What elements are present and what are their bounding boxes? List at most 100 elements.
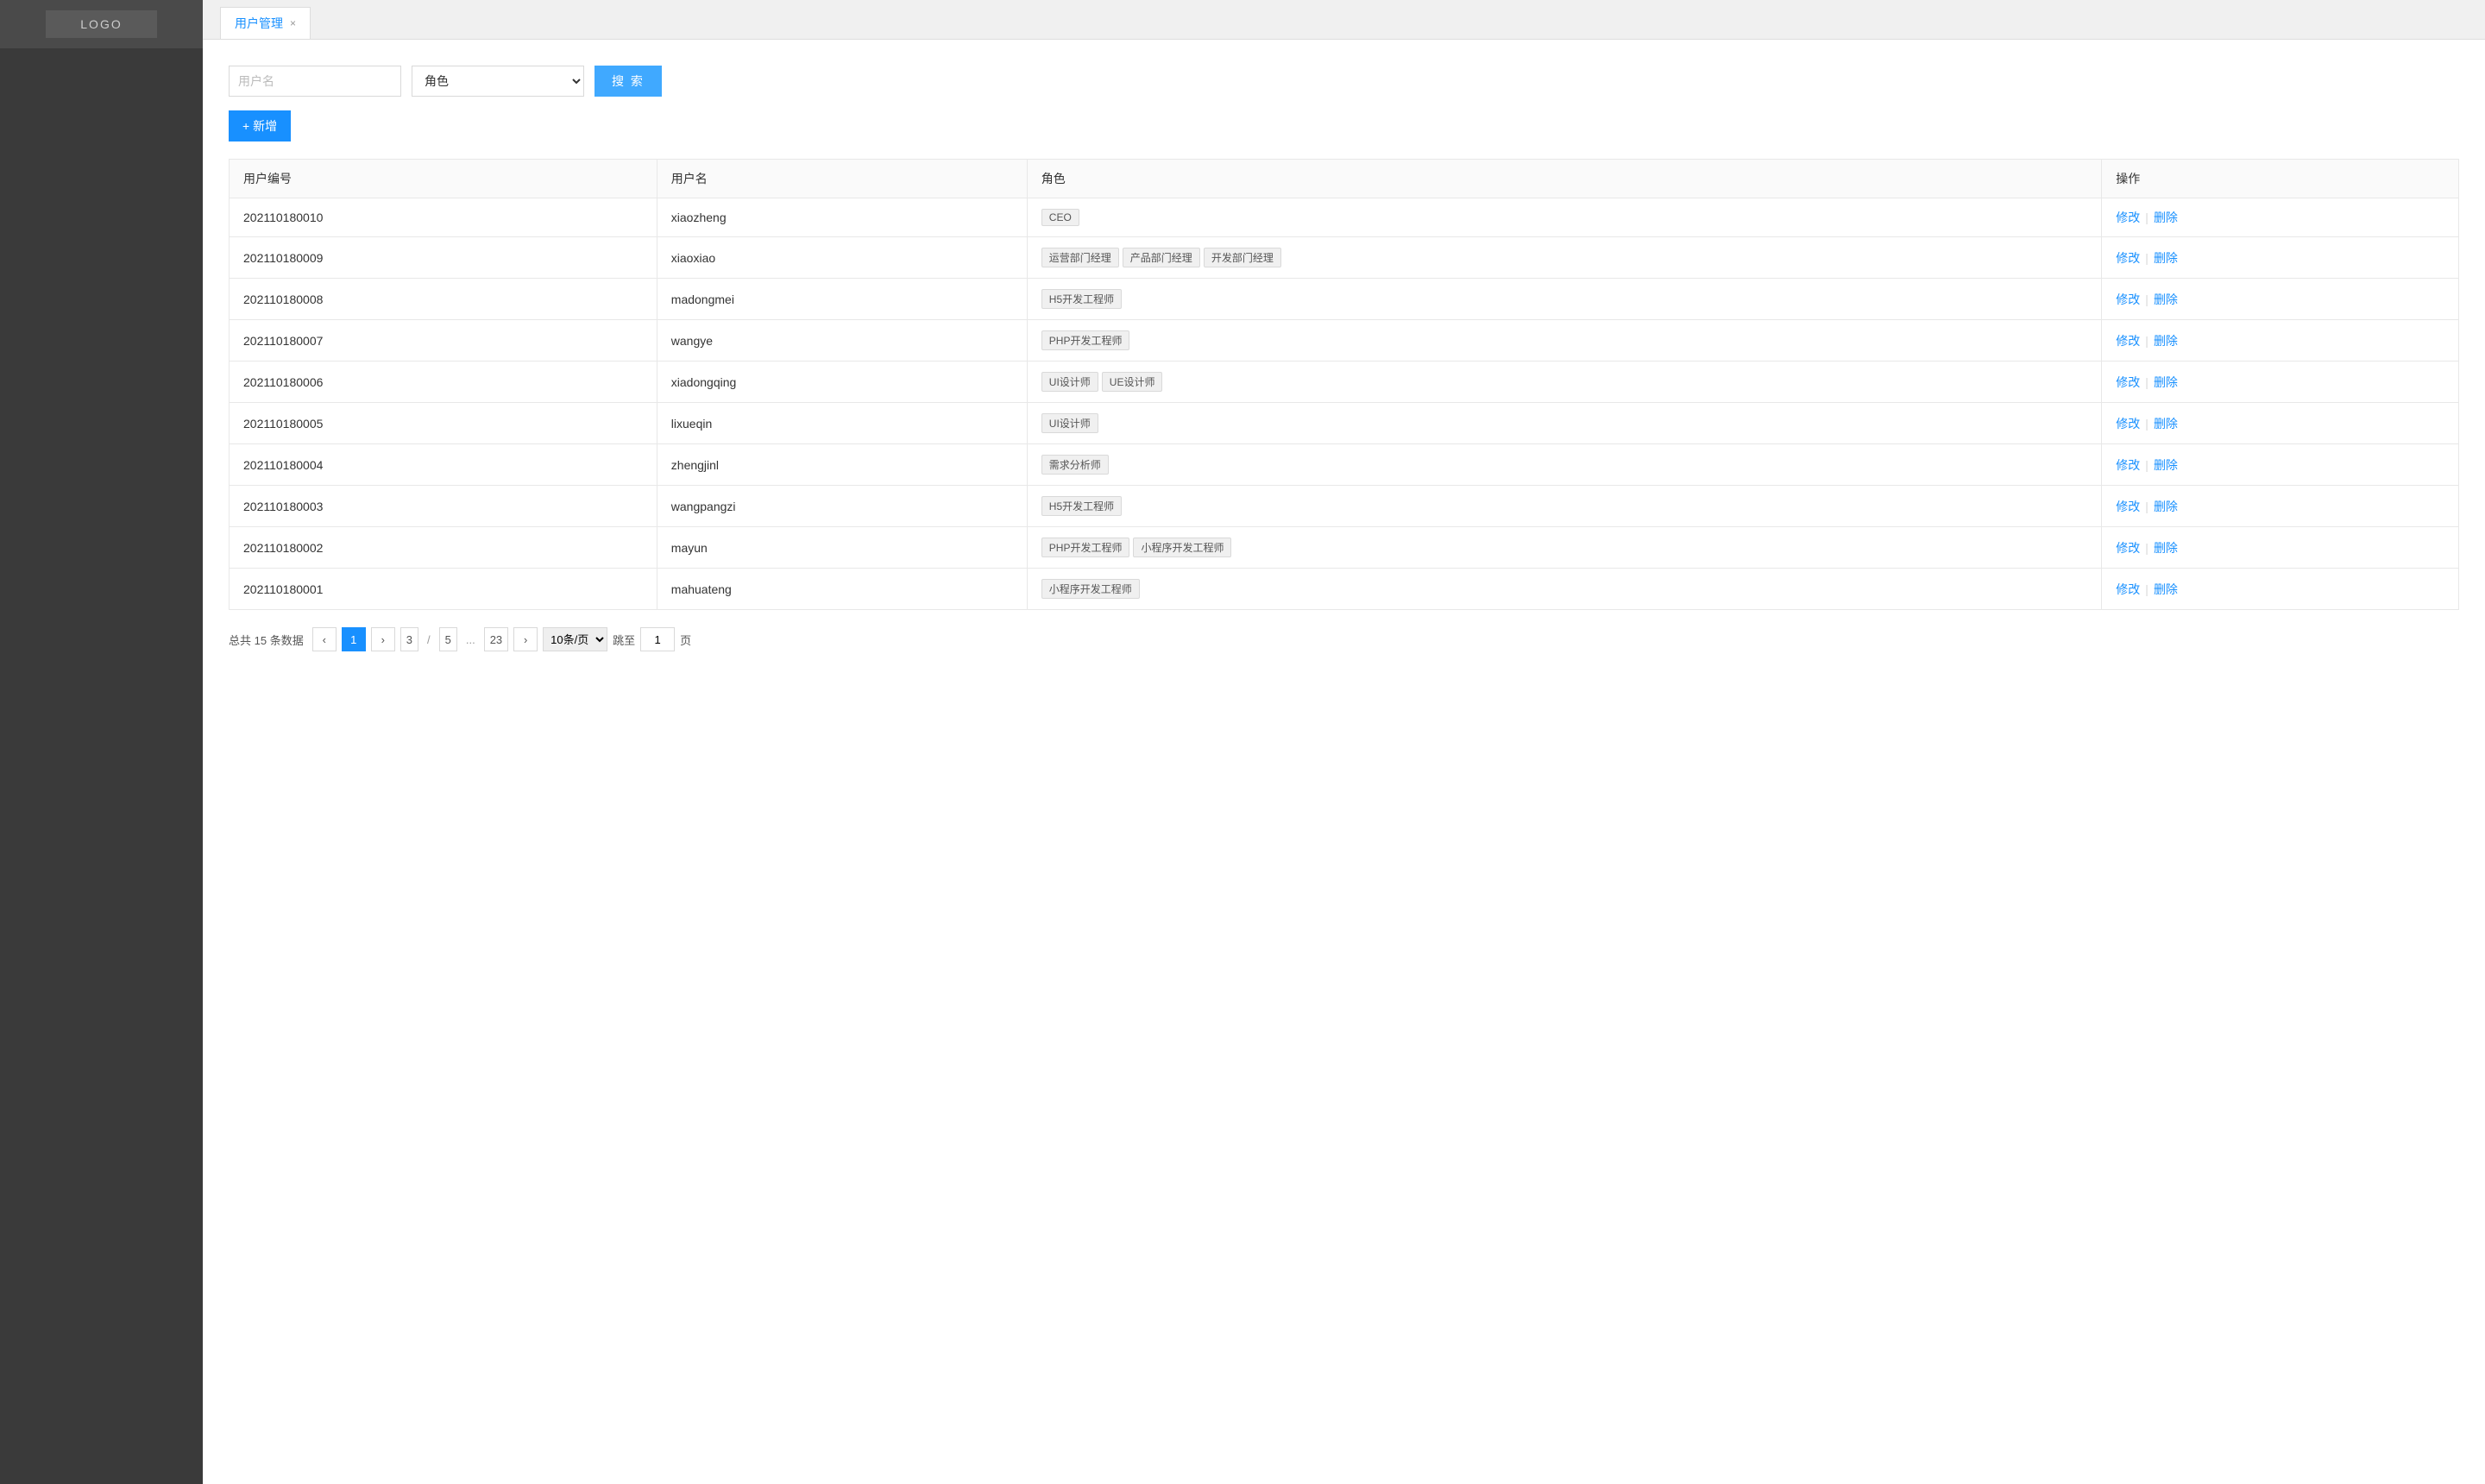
cell-roles: H5开发工程师 <box>1027 486 2102 527</box>
add-button[interactable]: + 新增 <box>229 110 291 141</box>
total-info: 总共 15 条数据 <box>229 632 304 648</box>
action-separator: | <box>2145 251 2148 265</box>
cell-username: xiadongqing <box>657 362 1027 403</box>
delete-button[interactable]: 删除 <box>2154 500 2178 513</box>
cell-username: wangye <box>657 320 1027 362</box>
cell-id: 202110180006 <box>230 362 657 403</box>
edit-button[interactable]: 修改 <box>2116 417 2140 431</box>
cell-roles: CEO <box>1027 198 2102 237</box>
delete-button[interactable]: 删除 <box>2154 334 2178 348</box>
logo-button[interactable]: LOGO <box>46 10 156 38</box>
cell-action: 修改 | 删除 <box>2102 237 2459 279</box>
tab-label: 用户管理 <box>235 15 283 32</box>
page-1-button[interactable]: 1 <box>342 627 366 651</box>
action-separator: | <box>2145 582 2148 596</box>
action-separator: | <box>2145 292 2148 306</box>
delete-button[interactable]: 删除 <box>2154 292 2178 306</box>
search-button[interactable]: 搜 索 <box>595 66 662 97</box>
cell-roles: UI设计师UE设计师 <box>1027 362 2102 403</box>
table-row: 202110180010xiaozhengCEO修改|删除 <box>230 198 2459 237</box>
role-tag: 需求分析师 <box>1041 455 1109 475</box>
edit-button[interactable]: 修改 <box>2116 292 2140 306</box>
edit-button[interactable]: 修改 <box>2116 375 2140 389</box>
cell-id: 202110180009 <box>230 237 657 279</box>
cell-id: 202110180007 <box>230 320 657 362</box>
table-row: 202110180008madongmeiH5开发工程师修改|删除 <box>230 279 2459 320</box>
edit-button[interactable]: 修改 <box>2116 500 2140 513</box>
cell-action: 修改 | 删除 <box>2102 569 2459 610</box>
next-page-button[interactable]: › <box>513 627 538 651</box>
role-tag: UE设计师 <box>1102 372 1163 392</box>
dots: ... <box>462 633 479 646</box>
slash: / <box>424 633 434 646</box>
search-bar: 角色 搜 索 <box>229 66 2459 97</box>
col-header-action: 操作 <box>2102 160 2459 198</box>
main-area: 用户管理 × 角色 搜 索 + 新增 用户编号 用户名 角色 操作 <box>203 0 2485 1484</box>
cell-roles: 需求分析师 <box>1027 444 2102 486</box>
goto-label: 跳至 <box>613 632 635 648</box>
edit-button[interactable]: 修改 <box>2116 251 2140 265</box>
delete-button[interactable]: 删除 <box>2154 211 2178 224</box>
goto-input[interactable] <box>640 627 675 651</box>
prev-page-button[interactable]: ‹ <box>312 627 337 651</box>
table-row: 202110180005lixueqinUI设计师修改|删除 <box>230 403 2459 444</box>
tab-bar: 用户管理 × <box>203 0 2485 40</box>
username-input[interactable] <box>229 66 401 97</box>
cell-id: 202110180004 <box>230 444 657 486</box>
action-separator: | <box>2145 500 2148 513</box>
delete-button[interactable]: 删除 <box>2154 458 2178 472</box>
logo-area: LOGO <box>0 0 203 48</box>
edit-button[interactable]: 修改 <box>2116 458 2140 472</box>
table-row: 202110180009xiaoxiao运营部门经理产品部门经理开发部门经理修改… <box>230 237 2459 279</box>
col-header-role: 角色 <box>1027 160 2102 198</box>
content-area: 角色 搜 索 + 新增 用户编号 用户名 角色 操作 202110180010x… <box>203 40 2485 1484</box>
cell-action: 修改|删除 <box>2102 403 2459 444</box>
cell-roles: H5开发工程师 <box>1027 279 2102 320</box>
delete-button[interactable]: 删除 <box>2154 375 2178 389</box>
page-ellipsis-button[interactable]: › <box>371 627 395 651</box>
role-tag: PHP开发工程师 <box>1041 538 1130 557</box>
cell-roles: 运营部门经理产品部门经理开发部门经理 <box>1027 237 2102 279</box>
cell-roles: PHP开发工程师小程序开发工程师 <box>1027 527 2102 569</box>
delete-button[interactable]: 删除 <box>2154 251 2178 265</box>
cell-action: 修改 | 删除 <box>2102 198 2459 237</box>
role-tag: 开发部门经理 <box>1204 248 1281 267</box>
edit-button[interactable]: 修改 <box>2116 582 2140 596</box>
action-separator: | <box>2145 211 2148 224</box>
cell-id: 202110180003 <box>230 486 657 527</box>
last-page-button[interactable]: 23 <box>484 627 508 651</box>
edit-button[interactable]: 修改 <box>2116 211 2140 224</box>
cell-username: mayun <box>657 527 1027 569</box>
delete-button[interactable]: 删除 <box>2154 582 2178 596</box>
cell-username: xiaoxiao <box>657 237 1027 279</box>
goto-suffix: 页 <box>680 632 691 648</box>
table-row: 202110180004zhengjinl需求分析师修改|删除 <box>230 444 2459 486</box>
page-5-button[interactable]: 5 <box>439 627 457 651</box>
cell-action: 修改|删除 <box>2102 444 2459 486</box>
pagination-bar: 总共 15 条数据 ‹ 1 › 3 / 5 ... 23 › 10条/页 跳至 … <box>229 627 2459 651</box>
per-page-select[interactable]: 10条/页 <box>543 627 607 651</box>
role-select[interactable]: 角色 <box>412 66 584 97</box>
delete-button[interactable]: 删除 <box>2154 417 2178 431</box>
cell-id: 202110180001 <box>230 569 657 610</box>
page-3-button[interactable]: 3 <box>400 627 418 651</box>
tab-close-icon[interactable]: × <box>290 17 296 29</box>
edit-button[interactable]: 修改 <box>2116 334 2140 348</box>
action-separator: | <box>2145 375 2148 389</box>
cell-action: 修改 | 删除 <box>2102 320 2459 362</box>
cell-username: xiaozheng <box>657 198 1027 237</box>
role-tag: UI设计师 <box>1041 413 1098 433</box>
edit-button[interactable]: 修改 <box>2116 541 2140 555</box>
action-separator: | <box>2145 334 2148 348</box>
tab-user-management[interactable]: 用户管理 × <box>220 7 311 39</box>
col-header-username: 用户名 <box>657 160 1027 198</box>
table-row: 202110180007wangyePHP开发工程师修改|删除 <box>230 320 2459 362</box>
role-tag: H5开发工程师 <box>1041 289 1122 309</box>
delete-button[interactable]: 删除 <box>2154 541 2178 555</box>
cell-username: wangpangzi <box>657 486 1027 527</box>
cell-id: 202110180005 <box>230 403 657 444</box>
action-separator: | <box>2145 541 2148 555</box>
table-row: 202110180003wangpangziH5开发工程师 修改 | 删除 <box>230 486 2459 527</box>
cell-id: 202110180008 <box>230 279 657 320</box>
cell-roles: UI设计师 <box>1027 403 2102 444</box>
